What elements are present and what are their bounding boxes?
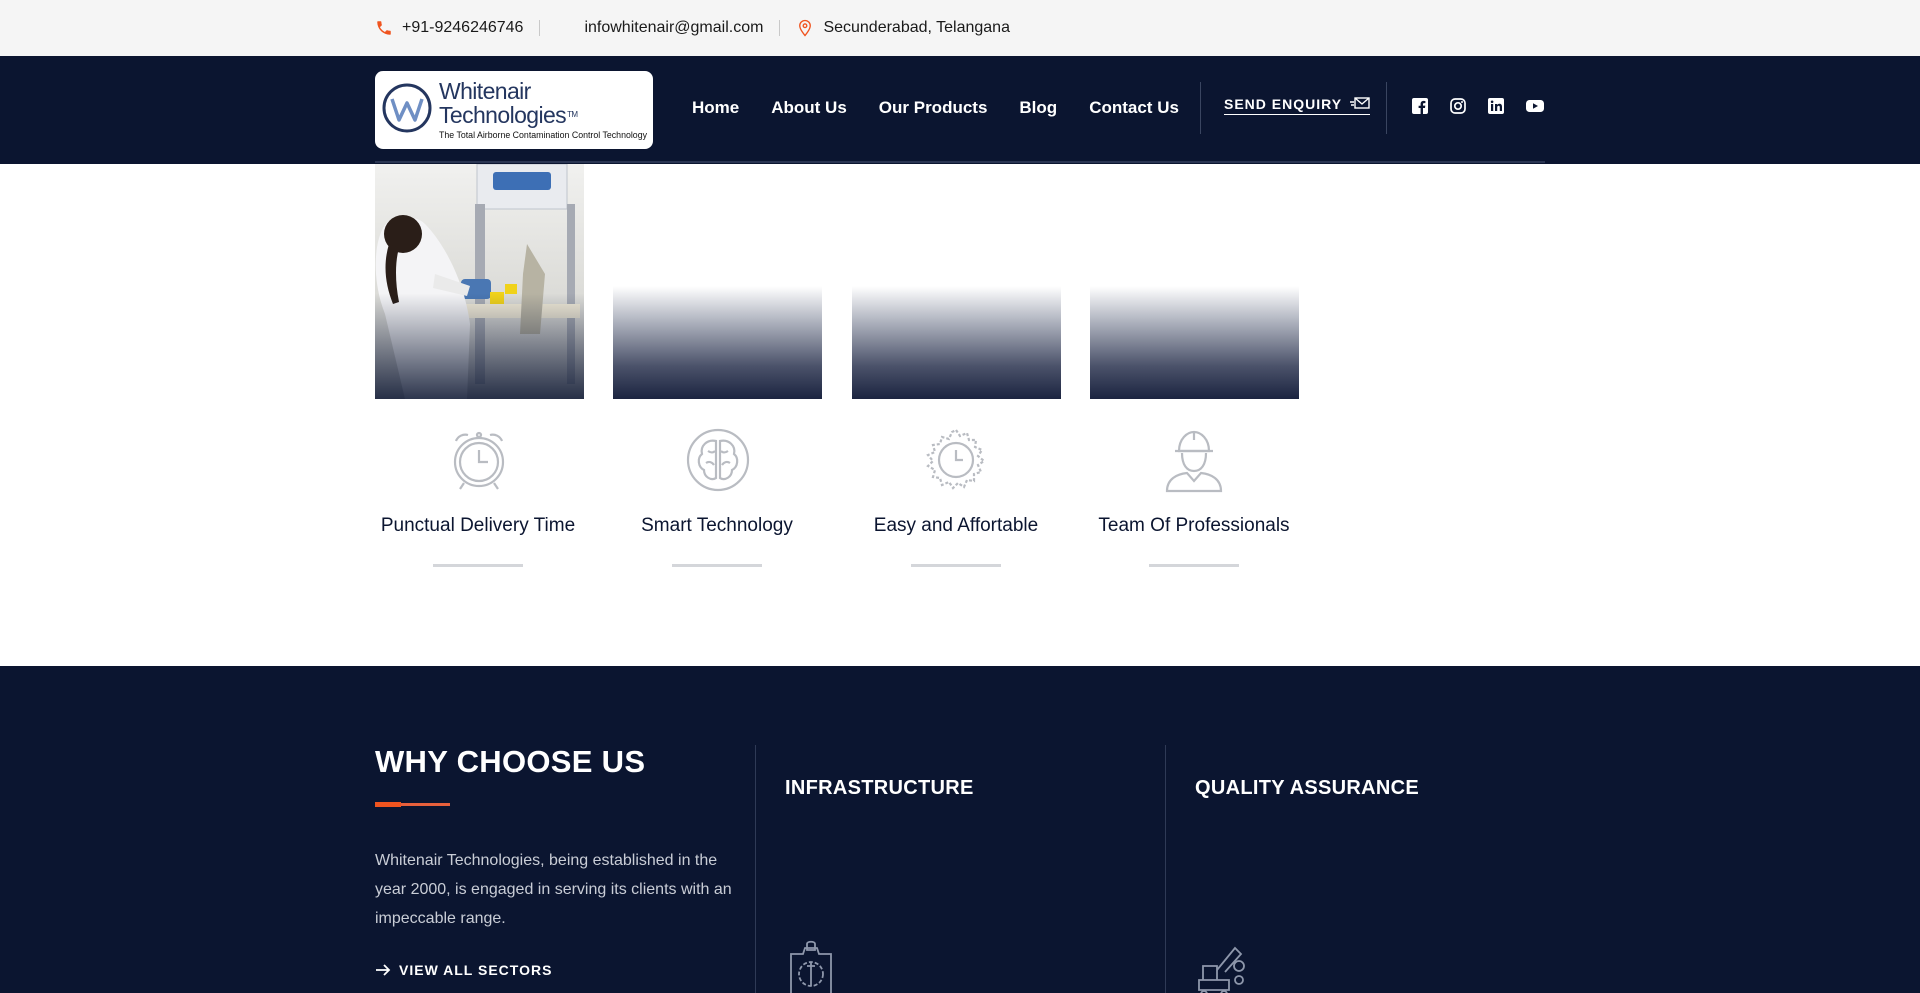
nav-about-us[interactable]: About Us: [771, 98, 847, 118]
excavator-icon: [1195, 940, 1247, 993]
location-text: Secunderabad, Telangana: [823, 19, 1010, 36]
youtube-icon[interactable]: [1526, 98, 1544, 116]
column-divider: [755, 745, 756, 993]
feature-card: [375, 164, 584, 399]
feature-image: [852, 164, 1061, 399]
feature-divider: [672, 564, 762, 567]
infrastructure-title: INFRASTRUCTURE: [785, 777, 974, 799]
feature-image: [613, 164, 822, 399]
feature-title: Smart Technology: [641, 515, 793, 536]
why-choose-us-section: [0, 666, 1920, 993]
email-address: infowhitenair@gmail.com: [584, 19, 764, 36]
logo-text: Whitenair TechnologiesTM The Total Airbo…: [439, 79, 653, 141]
feature-title: Team Of Professionals: [1098, 515, 1290, 536]
email-contact[interactable]: infowhitenair@gmail.com: [584, 19, 763, 37]
nav-contact-us[interactable]: Contact Us: [1089, 98, 1179, 118]
gear-clock-icon: [923, 427, 989, 493]
envelope-send-icon: [1350, 97, 1370, 111]
site-logo[interactable]: Whitenair TechnologiesTM The Total Airbo…: [375, 71, 653, 149]
feature-divider: [433, 564, 523, 567]
top-contact-bar: +91-9246246746 infowhitenair@gmail.com S…: [0, 0, 1920, 56]
phone-contact[interactable]: +91-9246246746: [375, 19, 523, 37]
linkedin-icon[interactable]: [1488, 98, 1506, 116]
engineer-icon: [1161, 427, 1227, 493]
nav-divider: [1200, 82, 1201, 134]
feature-image: [1090, 164, 1299, 399]
divider: [539, 20, 541, 36]
feature-card: [1090, 164, 1299, 399]
view-all-sectors-label: VIEW ALL SECTORS: [399, 962, 553, 978]
send-enquiry-label: SEND ENQUIRY: [1224, 96, 1343, 112]
why-description: Whitenair Technologies, being establishe…: [375, 852, 732, 927]
logo-tagline: The Total Airborne Contamination Control…: [439, 130, 647, 140]
logo-name: Whitenair TechnologiesTM: [439, 78, 578, 128]
logo-mark-icon: [381, 82, 433, 139]
nav-home[interactable]: Home: [692, 98, 739, 118]
wrench-gear-icon: [785, 940, 837, 993]
why-title: WHY CHOOSE US: [375, 744, 646, 779]
quality-assurance-title: QUALITY ASSURANCE: [1195, 777, 1420, 799]
feature-card: [613, 164, 822, 399]
column-divider: [1165, 745, 1166, 993]
main-nav: Home About Us Our Products Blog Contact …: [692, 56, 1179, 160]
feature-title: Punctual Delivery Time: [380, 515, 576, 536]
title-underline: [375, 802, 450, 807]
feature-title: Easy and Affortable: [873, 515, 1039, 536]
top-contact-list: +91-9246246746 infowhitenair@gmail.com S…: [375, 0, 1010, 56]
view-all-sectors-link[interactable]: VIEW ALL SECTORS: [375, 962, 552, 978]
nav-blog[interactable]: Blog: [1019, 98, 1057, 118]
social-links: [1412, 98, 1564, 116]
instagram-icon[interactable]: [1450, 98, 1468, 116]
alarm-clock-icon: [446, 427, 512, 493]
phone-icon: [375, 19, 393, 37]
map-pin-icon: [796, 19, 814, 37]
header-divider: [375, 161, 1545, 163]
lab-photo: [375, 164, 584, 399]
phone-number: +91-9246246746: [402, 19, 524, 36]
feature-card: [852, 164, 1061, 399]
location-contact: Secunderabad, Telangana: [796, 19, 1010, 37]
brain-icon: [685, 427, 751, 493]
social-divider: [1386, 82, 1387, 134]
facebook-icon[interactable]: [1412, 98, 1430, 116]
arrow-right-icon: [375, 964, 391, 976]
feature-divider: [1149, 564, 1239, 567]
send-enquiry-button[interactable]: SEND ENQUIRY: [1224, 96, 1371, 115]
feature-divider: [911, 564, 1001, 567]
divider: [779, 20, 781, 36]
nav-our-products[interactable]: Our Products: [879, 98, 988, 118]
